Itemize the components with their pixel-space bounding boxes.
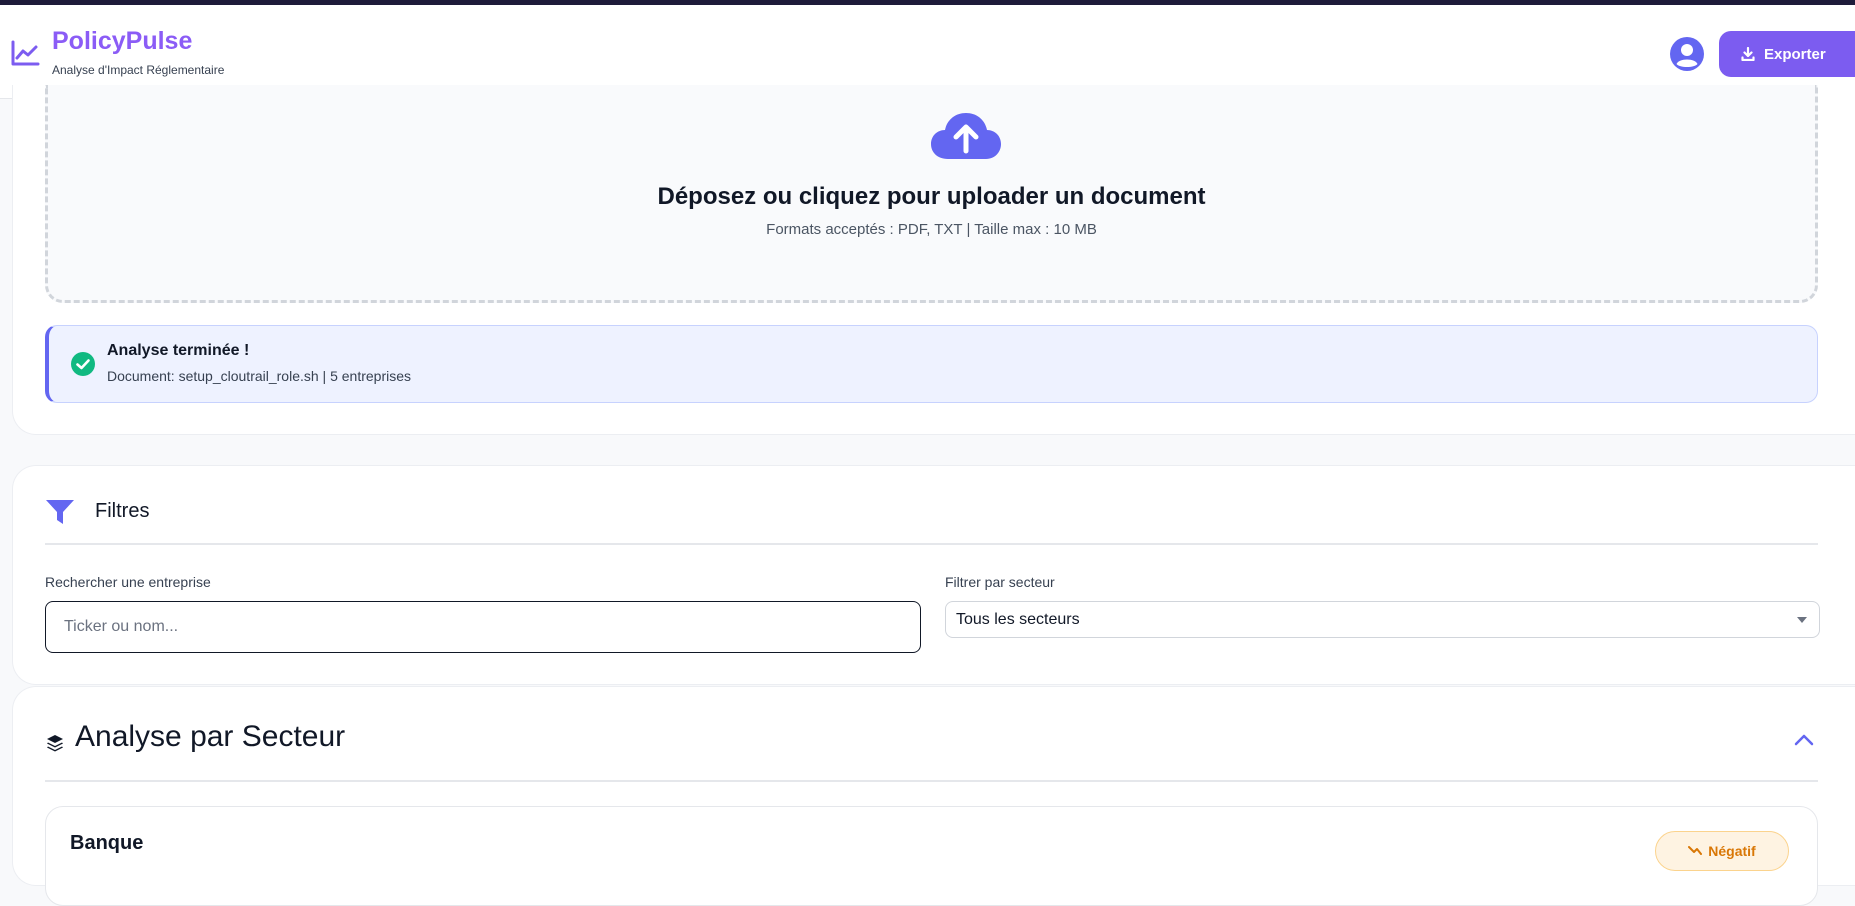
upload-dropzone[interactable]: Déposez ou cliquez pour uploader un docu…	[45, 85, 1818, 303]
analysis-status-alert: Analyse terminée ! Document: setup_clout…	[45, 325, 1818, 403]
sector-analysis-title: Analyse par Secteur	[75, 720, 346, 753]
export-button[interactable]: Exporter	[1719, 31, 1855, 77]
filters-title: Filtres	[95, 500, 150, 522]
funnel-icon	[46, 500, 74, 524]
brand-subtitle: Analyse d'Impact Réglementaire	[52, 63, 225, 77]
user-circle-icon[interactable]	[1670, 37, 1704, 71]
chevron-down-icon	[1797, 617, 1807, 623]
status-detail: Document: setup_cloutrail_role.sh | 5 en…	[107, 368, 412, 384]
check-circle-icon	[71, 352, 95, 376]
sector-analysis-card: Analyse par Secteur Banque Négatif	[12, 686, 1855, 906]
company-search-input[interactable]	[45, 601, 921, 653]
filters-divider	[45, 543, 1818, 545]
brand-name: PolicyPulse	[52, 27, 193, 55]
sector-item-banque[interactable]: Banque Négatif	[45, 806, 1818, 906]
upload-title: Déposez ou cliquez pour uploader un docu…	[657, 183, 1206, 210]
chevron-up-icon[interactable]	[1793, 731, 1815, 747]
upload-card: Déposez ou cliquez pour uploader un docu…	[12, 85, 1855, 435]
impact-badge-label: Négatif	[1708, 843, 1756, 859]
chart-line-icon	[11, 40, 40, 66]
impact-badge: Négatif	[1655, 831, 1789, 871]
download-icon	[1741, 47, 1755, 61]
export-button-label: Exporter	[1764, 45, 1826, 63]
layers-icon	[47, 735, 63, 752]
search-label: Rechercher une entreprise	[45, 574, 211, 590]
sector-filter-label: Filtrer par secteur	[945, 574, 1055, 590]
sector-select[interactable]: Tous les secteurs	[945, 601, 1820, 638]
sector-select-value: Tous les secteurs	[956, 610, 1080, 628]
trend-down-icon	[1688, 846, 1703, 855]
sector-divider	[45, 780, 1818, 782]
status-title: Analyse terminée !	[107, 342, 250, 359]
filters-card: Filtres Rechercher une entreprise Filtre…	[12, 465, 1855, 685]
cloud-upload-icon	[931, 113, 1001, 159]
sector-name: Banque	[70, 832, 144, 854]
upload-formats: Formats acceptés : PDF, TXT | Taille max…	[766, 221, 1097, 238]
